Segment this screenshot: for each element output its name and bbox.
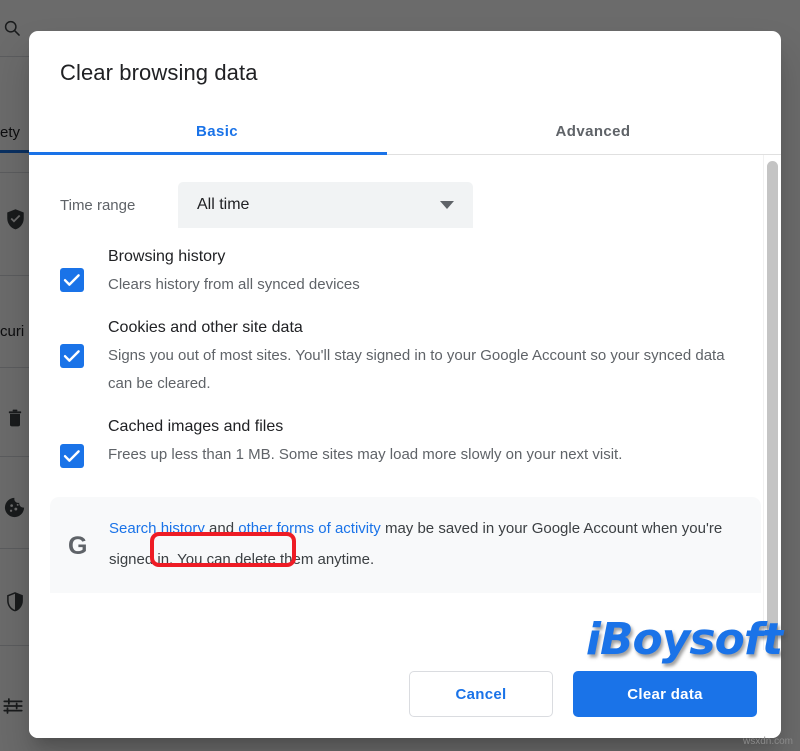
google-g-icon: G: [68, 532, 88, 560]
dialog-footer: Cancel Clear data: [29, 650, 781, 738]
other-forms-of-activity-link[interactable]: other forms of activity: [238, 520, 381, 537]
checkbox-cached-images-and-files[interactable]: [60, 444, 84, 468]
checkbox-browsing-history[interactable]: [60, 268, 84, 292]
tab-advanced[interactable]: Advanced: [405, 110, 781, 154]
dialog-scrollbar-thumb[interactable]: [767, 161, 778, 650]
note-mid: and: [204, 520, 239, 537]
dialog-scroll-body: Time range All time Browsing history Cle…: [29, 155, 781, 650]
google-account-note-text: Search history and other forms of activi…: [109, 513, 741, 575]
clear-browsing-data-dialog: Clear browsing data Basic Advanced Time …: [29, 31, 781, 738]
dialog-tabs: Basic Advanced: [29, 110, 781, 155]
chevron-down-icon: [440, 201, 454, 209]
tab-basic[interactable]: Basic: [29, 110, 405, 154]
search-history-link[interactable]: Search history: [109, 520, 205, 537]
checkbox-title: Cached images and files: [108, 418, 284, 435]
checkbox-description: Frees up less than 1 MB. Some sites may …: [108, 446, 623, 463]
time-range-label: Time range: [60, 196, 136, 214]
checkbox-title: Cookies and other site data: [108, 319, 303, 336]
clear-data-button[interactable]: Clear data: [573, 671, 757, 717]
time-range-value: All time: [197, 196, 250, 213]
dialog-title: Clear browsing data: [60, 60, 258, 85]
checkbox-cookies-and-site-data[interactable]: [60, 344, 84, 368]
time-range-row: Time range All time: [29, 155, 781, 228]
time-range-select[interactable]: All time: [178, 182, 473, 228]
checkbox-description: Clears history from all synced devices: [108, 276, 360, 293]
cancel-button[interactable]: Cancel: [409, 671, 553, 717]
checkbox-title: Browsing history: [108, 248, 226, 265]
checkbox-description: Signs you out of most sites. You'll stay…: [108, 347, 725, 392]
dialog-scrollbar[interactable]: [763, 155, 781, 650]
checkbox-row-browsing-history[interactable]: Browsing history Clears history from all…: [29, 246, 781, 299]
checkbox-row-cookies-and-site-data[interactable]: Cookies and other site data Signs you ou…: [29, 317, 781, 398]
google-account-note: G Search history and other forms of acti…: [50, 497, 761, 593]
checkbox-row-cached-images-and-files[interactable]: Cached images and files Frees up less th…: [29, 416, 781, 469]
